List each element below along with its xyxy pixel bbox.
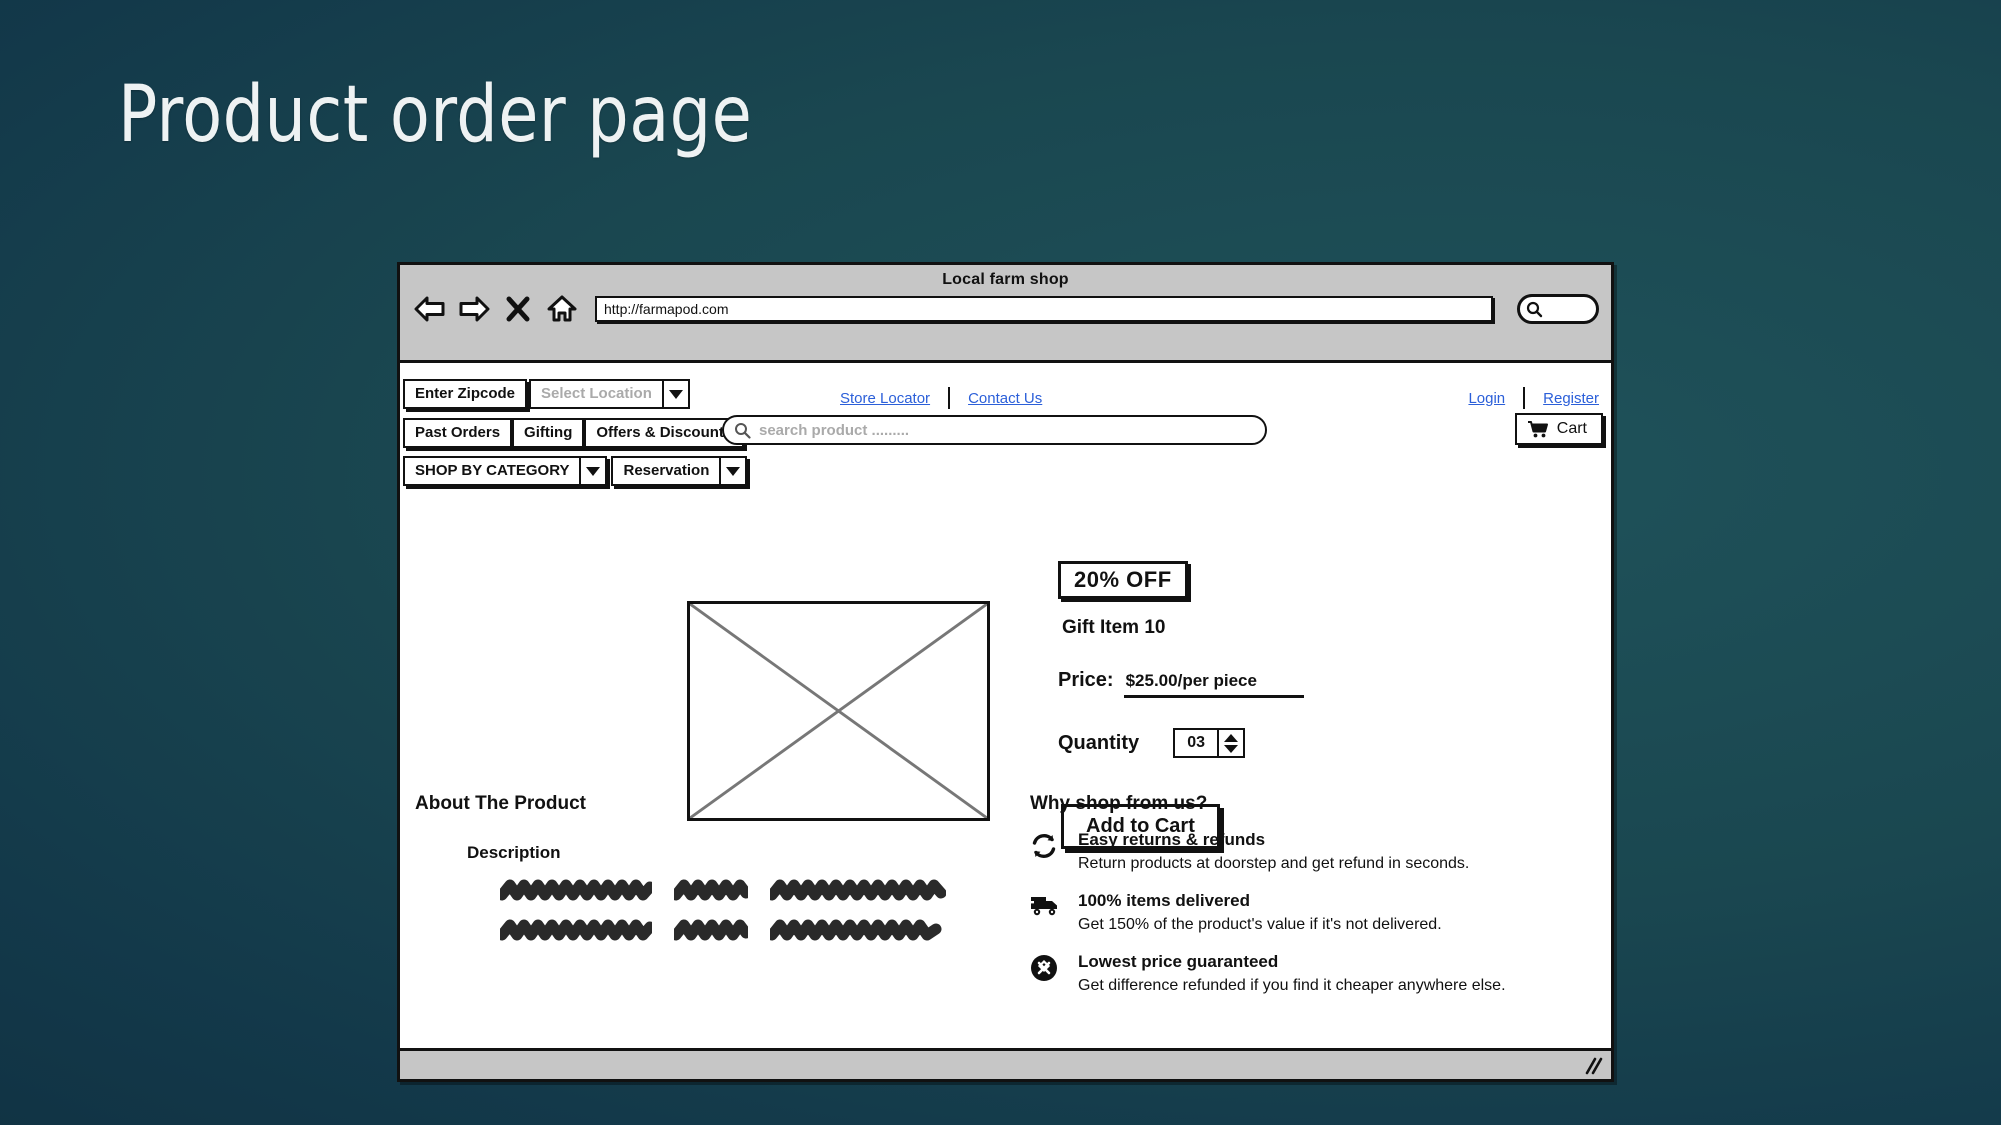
reservation-dropdown-toggle[interactable] [721, 456, 748, 486]
url-input[interactable]: http://farmapod.com [595, 296, 1493, 322]
link-login[interactable]: Login [1468, 390, 1505, 407]
chevron-down-icon [586, 466, 601, 476]
link-register[interactable]: Register [1543, 390, 1599, 407]
feature-item: 100% items delivered Get 150% of the pro… [1030, 890, 1610, 937]
utility-links: Store Locator Contact Us Login Register [840, 385, 1611, 411]
price-row: Price: $25.00/per piece [1058, 669, 1528, 698]
scribble-segment [770, 919, 942, 941]
shopping-cart-icon [1527, 421, 1548, 438]
search-icon [1526, 301, 1543, 317]
url-text: http://farmapod.com [604, 301, 729, 317]
scribble-segment [674, 919, 748, 941]
chevron-down-icon [726, 466, 741, 476]
description-label: Description [467, 843, 561, 862]
about-heading: About The Product [415, 793, 586, 814]
about-product-section: About The Product Description [415, 793, 975, 959]
quantity-row: Quantity 03 [1058, 728, 1528, 758]
scribble-segment [674, 879, 748, 901]
browser-status-bar [400, 1051, 1611, 1079]
location-dropdown-toggle[interactable] [663, 379, 690, 409]
nav-item-gifting[interactable]: Gifting [512, 418, 585, 448]
cart-label: Cart [1556, 420, 1587, 437]
home-icon[interactable] [545, 293, 579, 325]
feature-desc: Get 150% of the product's value if it's … [1078, 916, 1442, 933]
search-placeholder-text: search product ......... [759, 421, 910, 439]
quantity-value[interactable]: 03 [1175, 730, 1217, 756]
description-placeholder [500, 879, 975, 941]
scribble-line [500, 919, 975, 941]
delivery-truck-icon [1030, 890, 1064, 937]
browser-toolbar: http://farmapod.com [400, 289, 1611, 325]
refresh-returns-icon [1030, 829, 1064, 876]
divider [948, 387, 951, 409]
select-location-field[interactable]: Select Location [529, 379, 664, 409]
browser-search-box[interactable] [1517, 294, 1599, 324]
stop-x-icon[interactable] [501, 293, 535, 325]
browser-chrome: Local farm shop http://farmapod.com [400, 265, 1611, 363]
feature-desc: Get difference refunded if you find it c… [1078, 977, 1506, 994]
window-title: Local farm shop [942, 271, 1069, 288]
link-store-locator[interactable]: Store Locator [840, 390, 930, 407]
shop-by-category-dropdown-toggle[interactable] [581, 456, 608, 486]
cart-button[interactable]: Cart [1514, 413, 1603, 445]
search-icon [735, 422, 751, 439]
quantity-spinner[interactable] [1217, 730, 1243, 756]
resize-grip-icon[interactable] [1581, 1056, 1603, 1076]
divider [1523, 387, 1526, 409]
feature-title: Easy returns & refunds [1078, 830, 1266, 849]
reservation-button[interactable]: Reservation [611, 456, 722, 486]
scribble-segment [500, 879, 652, 901]
product-name: Gift Item 10 [1062, 617, 1166, 638]
product-image-placeholder [687, 601, 990, 821]
feature-title: 100% items delivered [1078, 891, 1250, 910]
scribble-line [500, 879, 975, 901]
feature-title: Lowest price guaranteed [1078, 952, 1279, 971]
nav-item-offers-discounts[interactable]: Offers & Discounts [584, 418, 745, 448]
chevron-down-icon [668, 389, 683, 399]
price-value: $25.00/per piece [1123, 671, 1304, 698]
link-contact-us[interactable]: Contact Us [968, 390, 1042, 407]
why-shop-heading: Why shop from us? [1030, 793, 1208, 814]
primary-nav: Past Orders Gifting Offers & Discounts [403, 418, 745, 448]
location-row: Enter Zipcode Select Location [403, 379, 690, 409]
search-input[interactable]: search product ......... [722, 415, 1267, 445]
quantity-label: Quantity [1058, 731, 1140, 754]
quantity-stepper[interactable]: 03 [1173, 728, 1246, 758]
spinner-down-icon[interactable] [1224, 744, 1239, 753]
browser-window: Local farm shop http://farmapod.com Stor… [397, 262, 1614, 1082]
why-shop-section: Why shop from us? Easy returns & refunds… [1030, 793, 1610, 998]
enter-zipcode-button[interactable]: Enter Zipcode [403, 379, 528, 409]
shop-by-category-button[interactable]: SHOP BY CATEGORY [403, 456, 582, 486]
forward-arrow-icon[interactable] [457, 293, 491, 325]
scribble-segment [770, 879, 946, 901]
back-arrow-icon[interactable] [413, 293, 447, 325]
spinner-up-icon[interactable] [1224, 733, 1239, 742]
price-label: Price: [1058, 669, 1114, 691]
feature-desc: Return products at doorstep and get refu… [1078, 855, 1470, 872]
nav-item-past-orders[interactable]: Past Orders [403, 418, 513, 448]
scribble-segment [500, 919, 652, 941]
feature-item: Lowest price guaranteed Get difference r… [1030, 951, 1610, 998]
discount-badge: 20% OFF [1058, 561, 1188, 599]
page-content: Store Locator Contact Us Login Register … [400, 363, 1611, 1051]
price-guarantee-icon [1030, 951, 1064, 998]
page-title: Product order page [118, 70, 753, 160]
category-row: SHOP BY CATEGORY Reservation [403, 456, 748, 486]
feature-item: Easy returns & refunds Return products a… [1030, 829, 1610, 876]
